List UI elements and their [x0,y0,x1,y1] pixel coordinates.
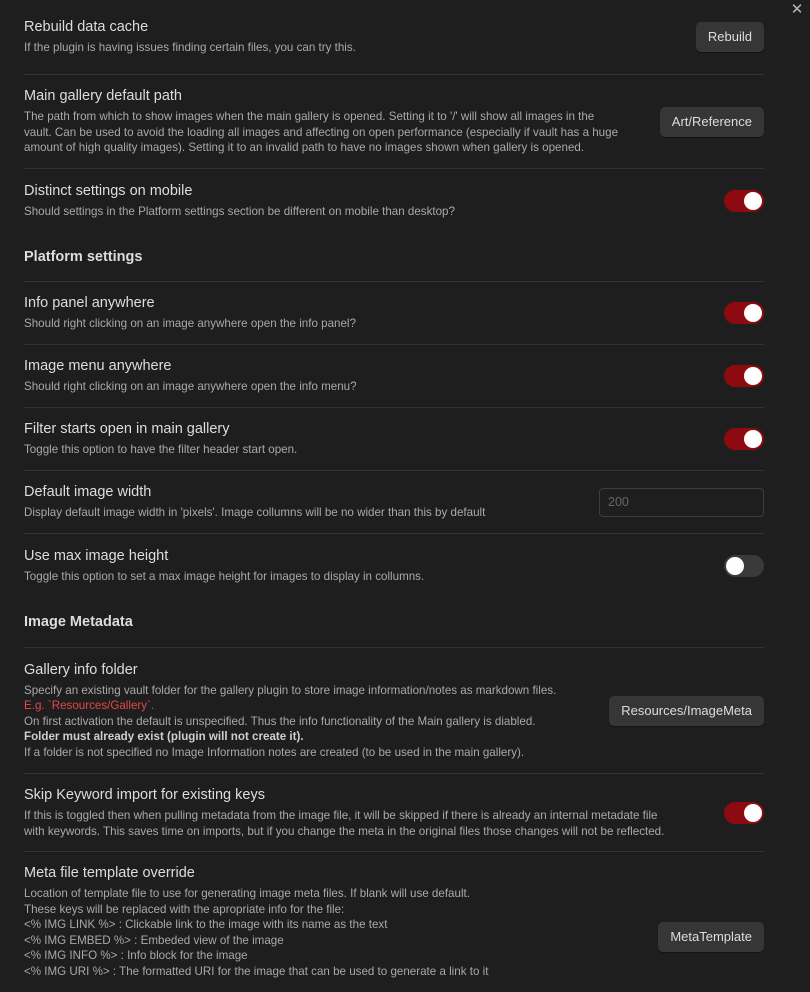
setting-description: Location of template file to use for gen… [24,887,489,978]
rebuild-button[interactable]: Rebuild [695,22,764,52]
setting-description: If this is toggled then when pulling met… [24,809,665,838]
image-menu-toggle[interactable] [724,365,764,387]
setting-description: Display default image width in 'pixels'.… [24,506,486,520]
setting-info: Meta file template override Location of … [24,864,658,979]
max-height-toggle[interactable] [724,554,764,577]
toggle-knob [726,556,744,575]
setting-description: The path from which to show images when … [24,110,619,155]
image-width-input[interactable]: 200 [599,487,764,517]
setting-description: Should right clicking on an image anywhe… [24,317,356,331]
filter-open-toggle[interactable] [724,428,764,450]
info-panel-toggle[interactable] [724,302,764,324]
setting-rebuild-cache: Rebuild data cache If the plugin is havi… [24,0,764,75]
setting-use-max-image-height: Use max image height Toggle this option … [24,534,764,597]
setting-distinct-mobile: Distinct settings on mobile Should setti… [24,169,764,233]
setting-name: Meta file template override [24,865,195,881]
toggle-knob [744,367,762,385]
setting-description: Should settings in the Platform settings… [24,205,455,219]
setting-info: Info panel anywhere Should right clickin… [24,294,724,332]
setting-info: Distinct settings on mobile Should setti… [24,182,724,220]
setting-name: Distinct settings on mobile [24,183,193,200]
setting-info: Rebuild data cache If the plugin is havi… [24,18,696,56]
skip-keyword-toggle[interactable] [724,801,764,824]
setting-image-menu-anywhere: Image menu anywhere Should right clickin… [24,345,764,408]
setting-meta-template-override: Meta file template override Location of … [24,852,764,992]
setting-name: Gallery info folder [24,661,138,678]
setting-name: Rebuild data cache [24,19,149,36]
setting-description: Toggle this option to have the filter he… [24,443,298,457]
setting-name: Main gallery default path [24,88,182,105]
gallery-path-button[interactable]: Art/Reference [659,106,764,137]
setting-name: Skip Keyword import for existing keys [24,787,265,803]
setting-description: If the plugin is having issues finding c… [24,41,356,55]
setting-info: Skip Keyword import for existing keys If… [24,786,724,839]
setting-info: Filter starts open in main gallery Toggl… [24,420,724,458]
setting-gallery-info-folder: Gallery info folder Specify an existing … [24,648,764,774]
setting-description: Specify an existing vault folder for the… [24,683,557,759]
setting-gallery-default-path: Main gallery default path The path from … [24,75,764,169]
close-icon[interactable]: ✕ [790,2,804,17]
setting-info: Default image width Display default imag… [24,483,599,521]
info-folder-button[interactable]: Resources/ImageMeta [609,695,764,726]
setting-name: Filter starts open in main gallery [24,421,230,438]
setting-filter-starts-open: Filter starts open in main gallery Toggl… [24,408,764,471]
settings-container: Rebuild data cache If the plugin is havi… [24,0,764,992]
setting-name: Default image width [24,484,152,501]
toggle-knob [744,304,762,322]
setting-name: Image menu anywhere [24,358,172,375]
setting-name: Info panel anywhere [24,295,155,312]
toggle-knob [744,803,762,822]
distinct-mobile-toggle[interactable] [724,190,764,212]
setting-info-panel-anywhere: Info panel anywhere Should right clickin… [24,282,764,345]
section-heading-platform: Platform settings [24,233,764,282]
setting-default-image-width: Default image width Display default imag… [24,471,764,534]
toggle-knob [744,430,762,448]
setting-info: Main gallery default path The path from … [24,87,660,156]
setting-description: Toggle this option to set a max image he… [24,569,425,583]
setting-description: Should right clicking on an image anywhe… [24,380,357,394]
setting-skip-keyword-import: Skip Keyword import for existing keys If… [24,774,764,852]
toggle-knob [744,192,762,210]
setting-info: Image menu anywhere Should right clickin… [24,357,724,395]
setting-name: Use max image height [24,547,169,564]
meta-template-button[interactable]: MetaTemplate [658,922,764,952]
setting-info: Gallery info folder Specify an existing … [24,661,609,761]
setting-info: Use max image height Toggle this option … [24,547,724,585]
section-heading-metadata: Image Metadata [24,597,764,648]
